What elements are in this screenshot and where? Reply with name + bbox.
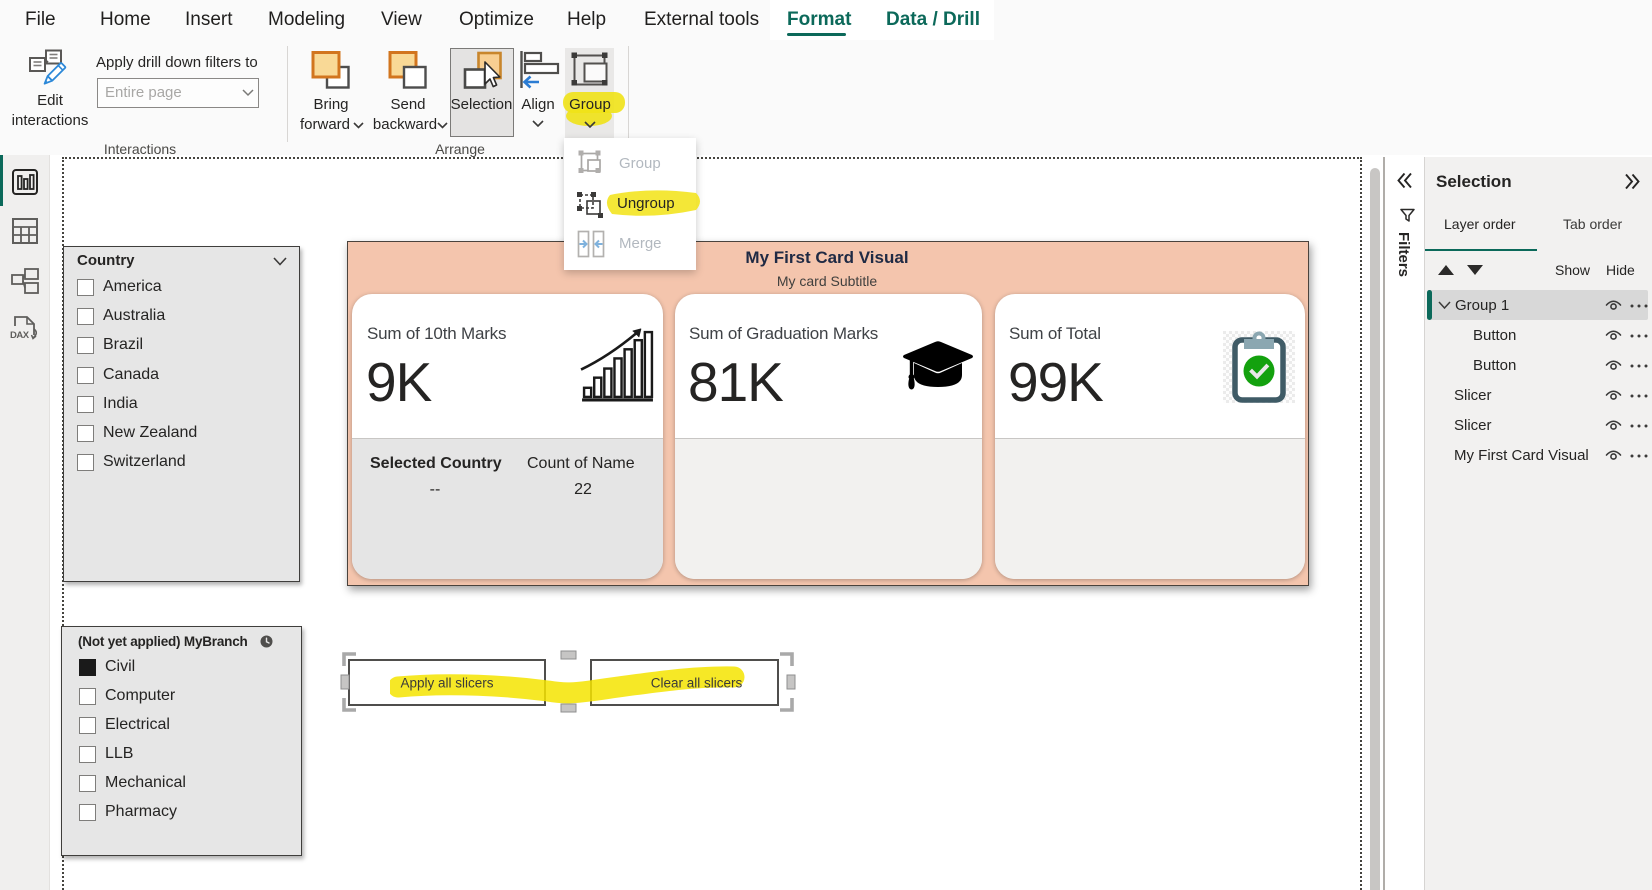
svg-text:DAX: DAX: [10, 330, 30, 341]
